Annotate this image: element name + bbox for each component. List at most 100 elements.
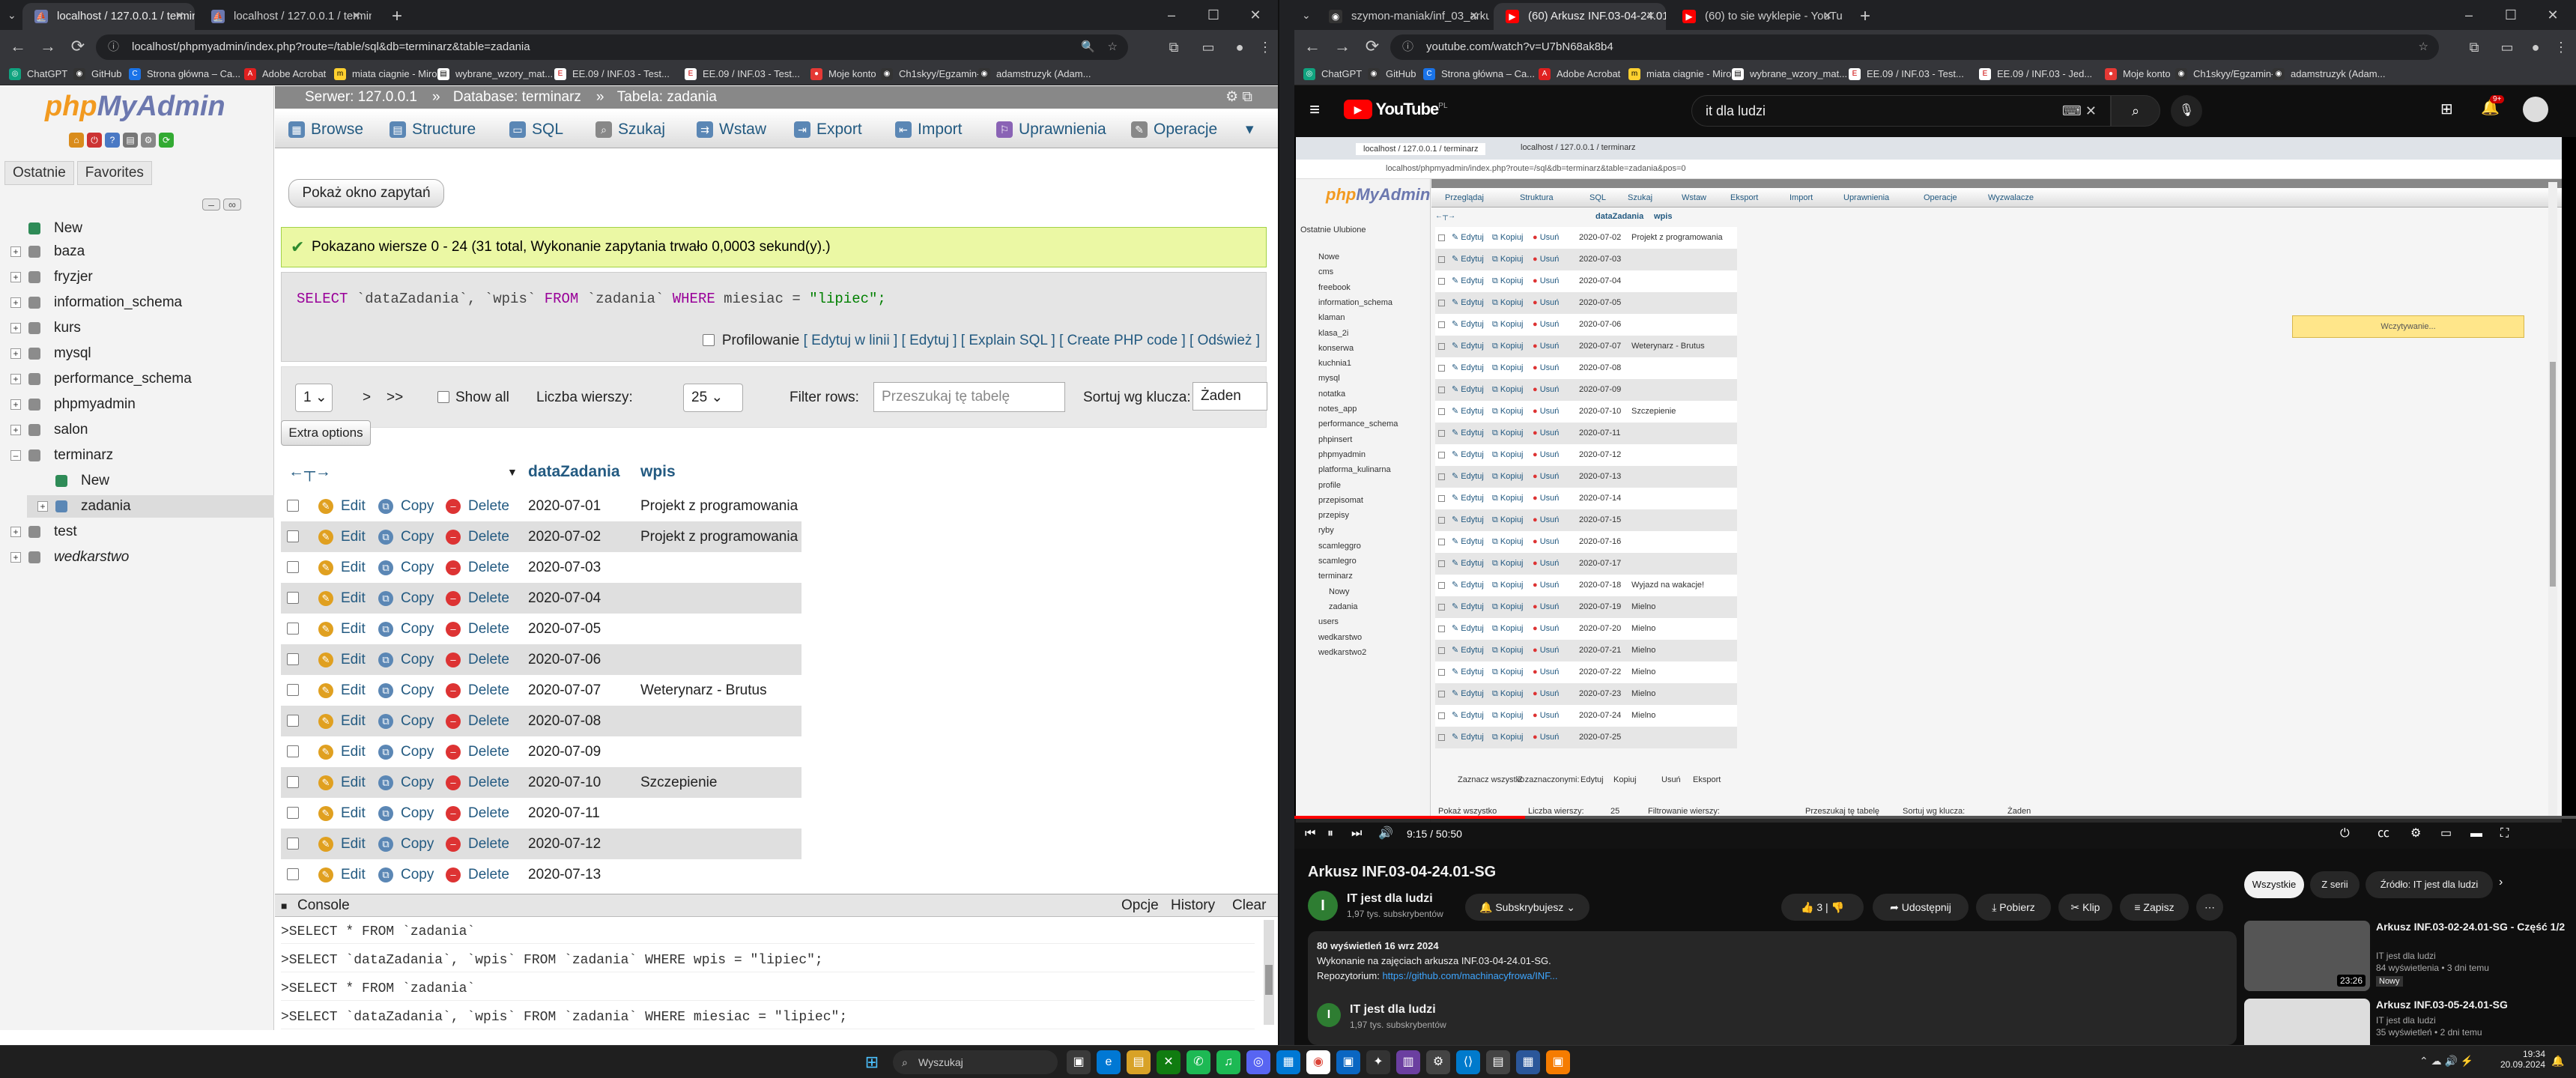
cell-wpis[interactable]: Projekt z programowania	[640, 521, 798, 552]
bookmark[interactable]: ▤ wybrane_wzory_mat...	[437, 67, 553, 82]
extensions-icon[interactable]: ⧉	[1163, 36, 1185, 58]
pause-icon[interactable]: ⏸	[1327, 819, 1333, 849]
row-checkbox[interactable]	[287, 868, 299, 880]
address-bar[interactable]: ⓘ youtube.com/watch?v=U7bN68ak8b4 ☆	[1390, 34, 2439, 60]
edit-link[interactable]: ✎ Edit	[318, 675, 366, 706]
cell-datazadania[interactable]: 2020-07-10	[528, 767, 601, 798]
windows-start-icon[interactable]: ⊞	[860, 1050, 884, 1074]
app-icon[interactable]: ✦	[1366, 1050, 1390, 1074]
vscode-icon[interactable]: ⟨⟩	[1456, 1050, 1480, 1074]
extra-options-button[interactable]: Extra options	[281, 420, 371, 446]
delete-link[interactable]: – Delete	[446, 675, 509, 706]
row-checkbox[interactable]	[287, 561, 299, 573]
docs-icon[interactable]: ?	[105, 133, 120, 148]
share-button[interactable]: ➦ Udostępnij	[1873, 894, 1969, 921]
volume-icon[interactable]: 🔊	[1378, 819, 1393, 849]
bookmark[interactable]: C Strona główna – Ca...	[129, 67, 240, 82]
console-line[interactable]: >SELECT * FROM `zadania`	[281, 977, 1255, 1001]
table-row[interactable]: ✎ Edit ⧉ Copy – Delete 2020-07-03	[281, 552, 801, 583]
bookmark[interactable]: ◉ GitHub	[73, 67, 121, 82]
tab-sql[interactable]: ▭ SQL	[503, 111, 563, 148]
expand-icon[interactable]: +	[10, 425, 21, 435]
youtube-search-input[interactable]: it dla ludzi ⌨ ✕	[1691, 95, 2111, 127]
tab-operations[interactable]: ✎ Operacje	[1125, 111, 1217, 148]
edit-link[interactable]: ✎ Edit	[318, 521, 366, 552]
miniplayer-icon[interactable]: ▭	[2440, 819, 2452, 849]
row-checkbox[interactable]	[287, 500, 299, 512]
edit-link[interactable]: ✎ Edit	[318, 644, 366, 675]
microphone-icon[interactable]: 🎙	[2171, 95, 2202, 127]
theater-mode-icon[interactable]: ▬	[2470, 819, 2482, 849]
row-checkbox[interactable]	[287, 807, 299, 819]
star-icon[interactable]: ☆	[2419, 34, 2428, 60]
last-page-button[interactable]: >>	[387, 390, 403, 406]
browser-tab[interactable]: ▶ (60) to sie wyklepie - YouTube ✕	[1670, 3, 1843, 30]
previous-icon[interactable]: ⏮	[1305, 819, 1315, 849]
like-button[interactable]: 👍 3 | 👎	[1781, 894, 1864, 921]
sidebar-icon[interactable]: ▭	[1197, 36, 1219, 58]
repo-link[interactable]: https://github.com/machinacyfrowa/INF...	[1382, 970, 1557, 981]
tree-item-table-zadania[interactable]: + zadania	[27, 495, 274, 518]
table-row[interactable]: ✎ Edit ⧉ Copy – Delete 2020-07-13	[281, 859, 801, 890]
taskbar-search[interactable]: ⌕ Wyszukaj	[893, 1050, 1058, 1074]
address-bar[interactable]: ⓘ localhost/phpmyadmin/index.php?route=/…	[96, 34, 1128, 60]
reload-icon[interactable]: ⟳	[66, 34, 90, 58]
row-checkbox[interactable]	[287, 776, 299, 788]
reload-icon[interactable]: ⟳	[1360, 34, 1384, 58]
tab-search-icon[interactable]: ⌄	[7, 9, 16, 22]
copy-link[interactable]: ⧉ Copy	[378, 859, 434, 890]
expand-icon[interactable]: +	[10, 272, 21, 282]
chip-source[interactable]: Źródło: IT jest dla ludzi	[2366, 871, 2493, 898]
column-arrows-icon[interactable]: ←┬→	[288, 461, 331, 483]
bookmark[interactable]: ◉ adamstruzyk (Adam...	[978, 67, 1091, 82]
table-row[interactable]: ✎ Edit ⧉ Copy – Delete 2020-07-05	[281, 614, 801, 644]
row-checkbox[interactable]	[287, 592, 299, 604]
cell-datazadania[interactable]: 2020-07-06	[528, 644, 601, 675]
tab-search[interactable]: ⌕ Szukaj	[590, 111, 665, 148]
edit-link[interactable]: ✎ Edit	[318, 736, 366, 767]
copy-link[interactable]: ⧉ Copy	[378, 767, 434, 798]
related-thumbnail[interactable]: 23:26	[2244, 921, 2370, 991]
bookmark[interactable]: C Strona główna – Ca...	[1423, 67, 1535, 82]
edit-link[interactable]: ✎ Edit	[318, 767, 366, 798]
row-checkbox[interactable]	[287, 838, 299, 850]
expand-icon[interactable]: +	[10, 348, 21, 359]
delete-link[interactable]: – Delete	[446, 829, 509, 859]
show-query-window-button[interactable]: Pokaż okno zapytań	[288, 179, 444, 208]
table-row[interactable]: ✎ Edit ⧉ Copy – Delete 2020-07-10 Szczepienie	[281, 767, 801, 798]
video-player[interactable]: localhost / 127.0.0.1 / terminarz localh…	[1294, 137, 2576, 849]
table-row[interactable]: ✎ Edit ⧉ Copy – Delete 2020-07-12	[281, 829, 801, 859]
edit-link[interactable]: ✎ Edit	[318, 491, 366, 521]
description-box[interactable]: 80 wyświetleń 16 wrz 2024 Wykonanie na z…	[1308, 931, 2237, 1045]
avatar[interactable]	[2523, 97, 2548, 122]
delete-link[interactable]: – Delete	[446, 736, 509, 767]
table-row[interactable]: ✎ Edit ⧉ Copy – Delete 2020-07-04	[281, 583, 801, 614]
profiling-checkbox[interactable]	[702, 334, 715, 346]
row-checkbox[interactable]	[287, 715, 299, 727]
next-page-button[interactable]: >	[363, 390, 371, 406]
more-actions-icon[interactable]: ⋯	[2196, 894, 2223, 921]
tray-icons[interactable]: ⌃ ☁ 🔊 ⚡	[2419, 1055, 2473, 1068]
maximize-icon[interactable]: ☐	[1192, 0, 1234, 30]
app-icon[interactable]: ▥	[1396, 1050, 1420, 1074]
close-icon[interactable]: ✕	[1822, 3, 1832, 30]
edit-link[interactable]: ✎ Edit	[318, 829, 366, 859]
save-button[interactable]: ≡ Zapisz	[2120, 894, 2189, 921]
chevron-right-icon[interactable]: ›	[2499, 876, 2503, 889]
bookmark[interactable]: ◉ GitHub	[1368, 67, 1416, 82]
link-icon[interactable]: ∞	[223, 199, 241, 211]
related-title[interactable]: Arkusz INF.03-02-24.01-SG - Część 1/2	[2376, 921, 2571, 933]
copy-link[interactable]: ⧉ Copy	[378, 706, 434, 736]
delete-link[interactable]: – Delete	[446, 767, 509, 798]
table-row[interactable]: ✎ Edit ⧉ Copy – Delete 2020-07-08	[281, 706, 801, 736]
edit-link[interactable]: ✎ Edit	[318, 859, 366, 890]
copy-link[interactable]: ⧉ Copy	[378, 829, 434, 859]
hamburger-menu-icon[interactable]: ≡	[1309, 100, 1320, 121]
star-icon[interactable]: ☆	[1108, 34, 1118, 60]
tab-export[interactable]: ⇥ Export	[788, 111, 862, 148]
browser-tab[interactable]: ⛵ localhost / 127.0.0.1 / terminarz ✕	[22, 3, 195, 30]
table-row[interactable]: ✎ Edit ⧉ Copy – Delete 2020-07-09	[281, 736, 801, 767]
table-row[interactable]: ✎ Edit ⧉ Copy – Delete 2020-07-07 Weterynarz - …	[281, 675, 801, 706]
breadcrumb-table[interactable]: Tabela: zadania	[617, 89, 717, 105]
chip-all[interactable]: Wszystkie	[2244, 871, 2304, 898]
